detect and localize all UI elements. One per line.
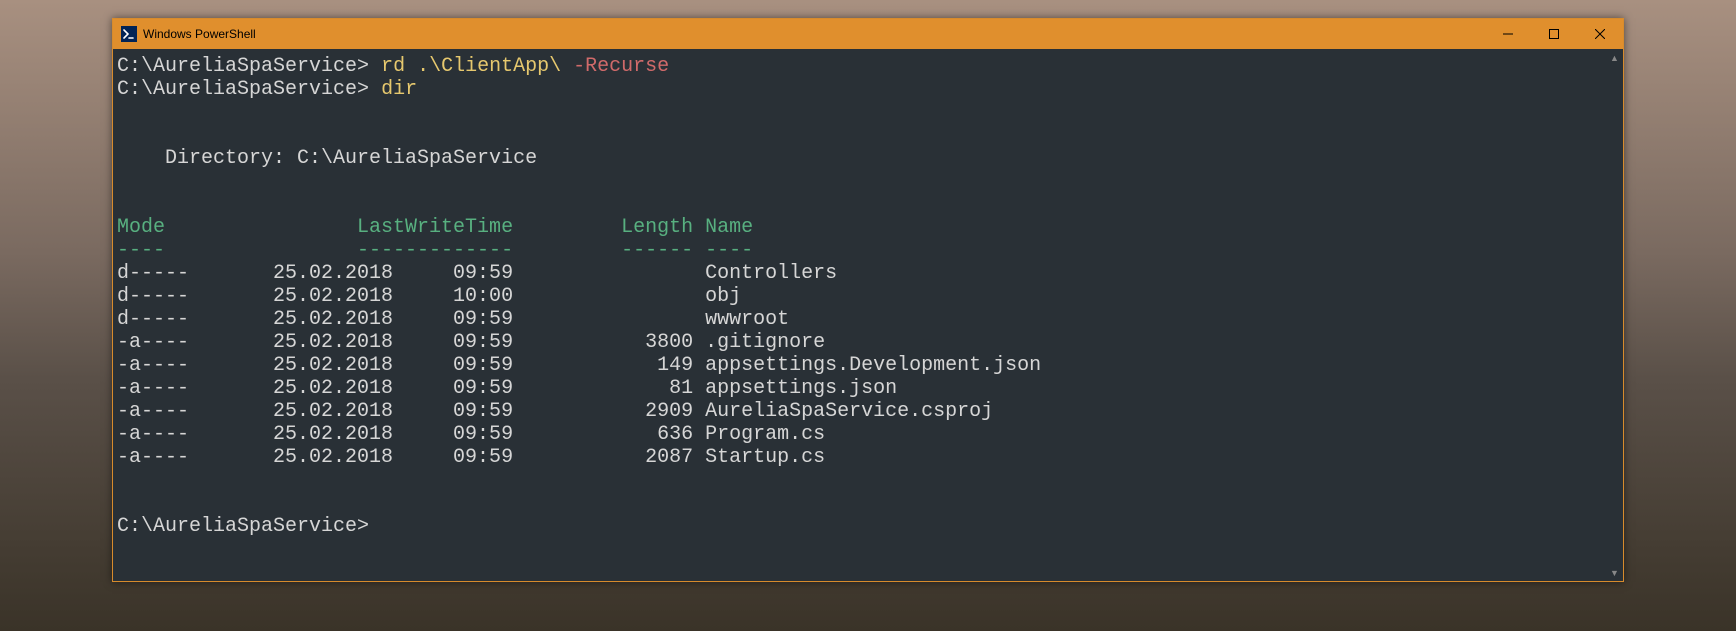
- listing-row: -a---- 25.02.2018 09:59 636 Program.cs: [117, 423, 825, 446]
- command-text: rd: [381, 55, 405, 78]
- scroll-up-arrow[interactable]: ▲: [1606, 49, 1623, 66]
- command-param: -Recurse: [573, 55, 669, 78]
- listing-row: -a---- 25.02.2018 09:59 2909 AureliaSpaS…: [117, 400, 993, 423]
- scroll-track[interactable]: [1606, 66, 1623, 564]
- directory-header: Directory: C:\AureliaSpaService: [117, 147, 537, 170]
- column-headers: Mode LastWriteTime Length Name: [117, 216, 753, 239]
- listing-row: d----- 25.02.2018 09:59 wwwroot: [117, 308, 789, 331]
- client-area: C:\AureliaSpaService> rd .\ClientApp\ -R…: [113, 49, 1623, 581]
- window-title: Windows PowerShell: [143, 27, 256, 41]
- scroll-down-arrow[interactable]: ▼: [1606, 564, 1623, 581]
- listing-row: -a---- 25.02.2018 09:59 81 appsettings.j…: [117, 377, 897, 400]
- prompt-line: C:\AureliaSpaService>: [117, 55, 369, 78]
- minimize-button[interactable]: [1485, 19, 1531, 49]
- command-text: dir: [381, 78, 417, 101]
- powershell-window: Windows PowerShell C:\AureliaSpaService>…: [112, 18, 1624, 582]
- maximize-button[interactable]: [1531, 19, 1577, 49]
- column-underline: ---- ------------- ------ ----: [117, 239, 753, 262]
- listing-row: d----- 25.02.2018 10:00 obj: [117, 285, 741, 308]
- listing-row: -a---- 25.02.2018 09:59 149 appsettings.…: [117, 354, 1041, 377]
- titlebar[interactable]: Windows PowerShell: [113, 19, 1623, 49]
- prompt-line: C:\AureliaSpaService>: [117, 78, 369, 101]
- powershell-icon: [121, 26, 137, 42]
- prompt-line: C:\AureliaSpaService>: [117, 515, 369, 538]
- vertical-scrollbar[interactable]: ▲ ▼: [1606, 49, 1623, 581]
- terminal-output[interactable]: C:\AureliaSpaService> rd .\ClientApp\ -R…: [113, 49, 1606, 581]
- listing-row: -a---- 25.02.2018 09:59 3800 .gitignore: [117, 331, 825, 354]
- listing-row: -a---- 25.02.2018 09:59 2087 Startup.cs: [117, 446, 825, 469]
- close-button[interactable]: [1577, 19, 1623, 49]
- listing-row: d----- 25.02.2018 09:59 Controllers: [117, 262, 837, 285]
- command-arg: .\ClientApp\: [417, 55, 561, 78]
